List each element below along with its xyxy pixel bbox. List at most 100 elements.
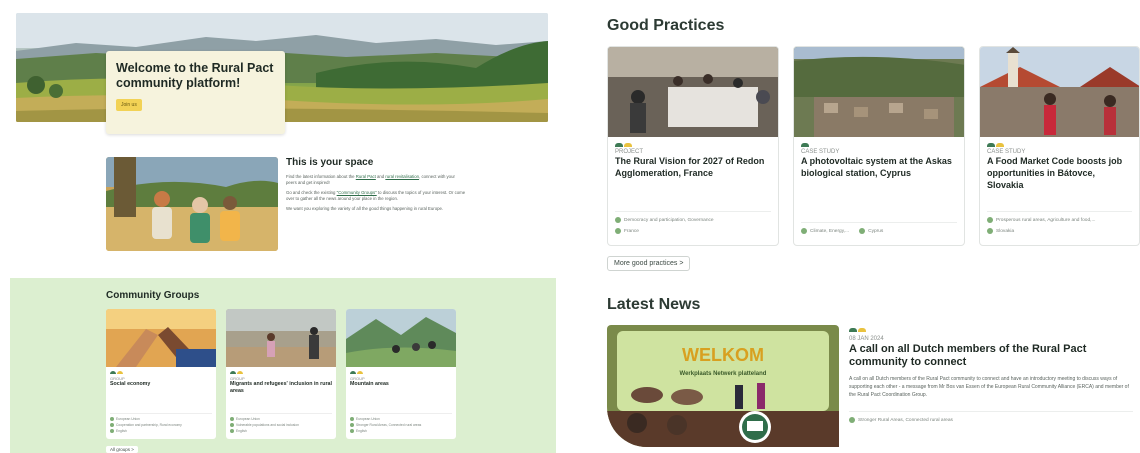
- tag-text: European Union: [236, 417, 260, 421]
- news-headline[interactable]: A call on all Dutch members of the Rural…: [849, 343, 1133, 369]
- group-tag: European Union: [110, 417, 212, 421]
- tag-text: Cooperation and partnership, Rural econo…: [116, 423, 182, 427]
- tag-text: Stronger Rural Areas, Connected rural ar…: [858, 417, 953, 423]
- group-title: Migrants and refugees' inclusion in rura…: [230, 381, 332, 394]
- group-title: Mountain areas: [350, 381, 389, 387]
- group-tag: Vulnerable populations and social inclus…: [230, 423, 332, 427]
- news-date: 08 JAN 2024: [849, 336, 884, 342]
- practice-title: The Rural Vision for 2027 of Redon Agglo…: [615, 156, 765, 178]
- language-icon: [230, 429, 234, 433]
- topic-icon: [801, 228, 807, 234]
- group-tags: European Union Cooperation and partnersh…: [110, 413, 212, 435]
- group-tag: European Union: [230, 417, 332, 421]
- community-groups-section: Community Groups GROUP Social economy Eu…: [10, 278, 556, 453]
- group-image-mountains: [346, 309, 456, 367]
- tag-text: Democracy and participation, Governance: [624, 217, 714, 223]
- group-tag: Stronger Rural Areas, Connected rural ar…: [350, 423, 452, 427]
- practice-image-meeting: [608, 47, 778, 137]
- language-icon: [350, 429, 354, 433]
- tag-text: Cyprus: [868, 228, 884, 234]
- space-p1-text: Find the latest information about the: [286, 174, 356, 179]
- practice-dots: [987, 143, 1132, 147]
- location-icon: [230, 417, 234, 421]
- space-p2-text: Go and check the existing: [286, 190, 337, 195]
- join-button[interactable]: Join us: [116, 99, 142, 111]
- group-tags: European Union Stronger Rural Areas, Con…: [350, 413, 452, 435]
- practice-tag: Slovakia: [987, 228, 1132, 234]
- tag-text: English: [116, 429, 127, 433]
- group-tag: English: [350, 429, 452, 433]
- tag-text: English: [356, 429, 367, 433]
- practice-card-askas[interactable]: CASE STUDY A photovoltaic system at the …: [793, 46, 965, 246]
- group-card-mountain-areas[interactable]: GROUP Mountain areas European Union Stro…: [346, 309, 456, 439]
- hero-welcome-card: Welcome to the Rural Pact community plat…: [106, 51, 285, 134]
- location-icon: [987, 228, 993, 234]
- practice-image-village: [794, 47, 964, 137]
- group-image-migrants: [226, 309, 336, 367]
- group-dots: [230, 371, 332, 374]
- location-icon: [859, 228, 866, 234]
- news-tag: Stronger Rural Areas, Connected rural ar…: [849, 417, 1133, 423]
- all-groups-button[interactable]: All groups >: [106, 446, 138, 453]
- community-groups-title: Community Groups: [106, 290, 200, 301]
- space-illustration: [106, 157, 278, 251]
- practice-dots: [801, 143, 957, 147]
- news-article: 08 JAN 2024 A call on all Dutch members …: [849, 328, 1133, 428]
- news-dots: [849, 328, 1133, 332]
- news-image-graphic: WELKOM Werkplaats Netwerk platteland: [607, 325, 839, 447]
- group-card-migrants[interactable]: GROUP Migrants and refugees' inclusion i…: [226, 309, 336, 439]
- tag-text: European Union: [116, 417, 140, 421]
- good-practices-title: Good Practices: [607, 17, 725, 34]
- practice-tag: Cyprus: [859, 228, 883, 234]
- practice-tags: Democracy and participation, Governance …: [615, 211, 771, 239]
- topic-icon: [350, 423, 354, 427]
- page: Welcome to the Rural Pact community plat…: [0, 0, 1140, 453]
- space-paragraph-3: We want you exploring the variety of all…: [286, 206, 444, 211]
- location-icon: [615, 228, 621, 234]
- tag-text: Prosperous rural areas, Agriculture and …: [996, 217, 1096, 223]
- news-image[interactable]: WELKOM Werkplaats Netwerk platteland: [607, 325, 839, 447]
- news-sign-title: WELKOM: [682, 345, 764, 365]
- group-tags: European Union Vulnerable populations an…: [230, 413, 332, 435]
- practice-tag-row: Climate, Energy,... Cyprus: [801, 228, 957, 239]
- community-groups-link[interactable]: "Community Groups": [337, 190, 377, 195]
- location-icon: [350, 417, 354, 421]
- hero-title: Welcome to the Rural Pact community plat…: [116, 61, 274, 90]
- topic-icon: [849, 417, 855, 423]
- news-tags: Stronger Rural Areas, Connected rural ar…: [849, 411, 1133, 423]
- tag-text: Climate, Energy,...: [810, 228, 850, 234]
- space-paragraph-1: Find the latest information about the Ru…: [286, 174, 466, 186]
- practice-title: A photovoltaic system at the Askas biolo…: [801, 156, 952, 178]
- group-tag: English: [110, 429, 212, 433]
- practice-tags: Prosperous rural areas, Agriculture and …: [987, 211, 1132, 239]
- tag-text: France: [624, 228, 639, 234]
- group-dots: [350, 371, 452, 374]
- practice-card-batovce[interactable]: CASE STUDY A Food Market Code boosts job…: [979, 46, 1140, 246]
- practice-tag: Climate, Energy,...: [801, 228, 849, 234]
- rural-pact-link[interactable]: Rural Pact: [356, 174, 376, 179]
- practice-tag: Democracy and participation, Governance: [615, 217, 771, 223]
- group-tag: English: [230, 429, 332, 433]
- tag-text: Slovakia: [996, 228, 1015, 234]
- topic-icon: [987, 217, 993, 223]
- group-title: Social economy: [110, 381, 151, 387]
- space-title: This is your space: [286, 157, 374, 168]
- language-icon: [110, 429, 114, 433]
- group-tag: European Union: [350, 417, 452, 421]
- more-good-practices-button[interactable]: More good practices >: [607, 256, 691, 271]
- practice-tag: Prosperous rural areas, Agriculture and …: [987, 217, 1132, 223]
- practice-card-redon[interactable]: PROJECT The Rural Vision for 2027 of Red…: [607, 46, 779, 246]
- practice-image-market: [980, 47, 1139, 137]
- location-icon: [110, 417, 114, 421]
- news-excerpt: A call on all Dutch members of the Rural…: [849, 376, 1129, 398]
- latest-news-title: Latest News: [607, 296, 701, 313]
- rural-revitalisation-link[interactable]: rural revitalisation: [385, 174, 419, 179]
- tag-text: Stronger Rural Areas, Connected rural ar…: [356, 423, 422, 427]
- practice-tags: Climate, Energy,... Cyprus: [801, 222, 957, 239]
- topic-icon: [615, 217, 621, 223]
- group-image-hands: [106, 309, 216, 367]
- space-paragraph-2: Go and check the existing "Community Gro…: [286, 190, 466, 202]
- group-card-social-economy[interactable]: GROUP Social economy European Union Coop…: [106, 309, 216, 439]
- tag-text: English: [236, 429, 247, 433]
- practice-dots: [615, 143, 771, 147]
